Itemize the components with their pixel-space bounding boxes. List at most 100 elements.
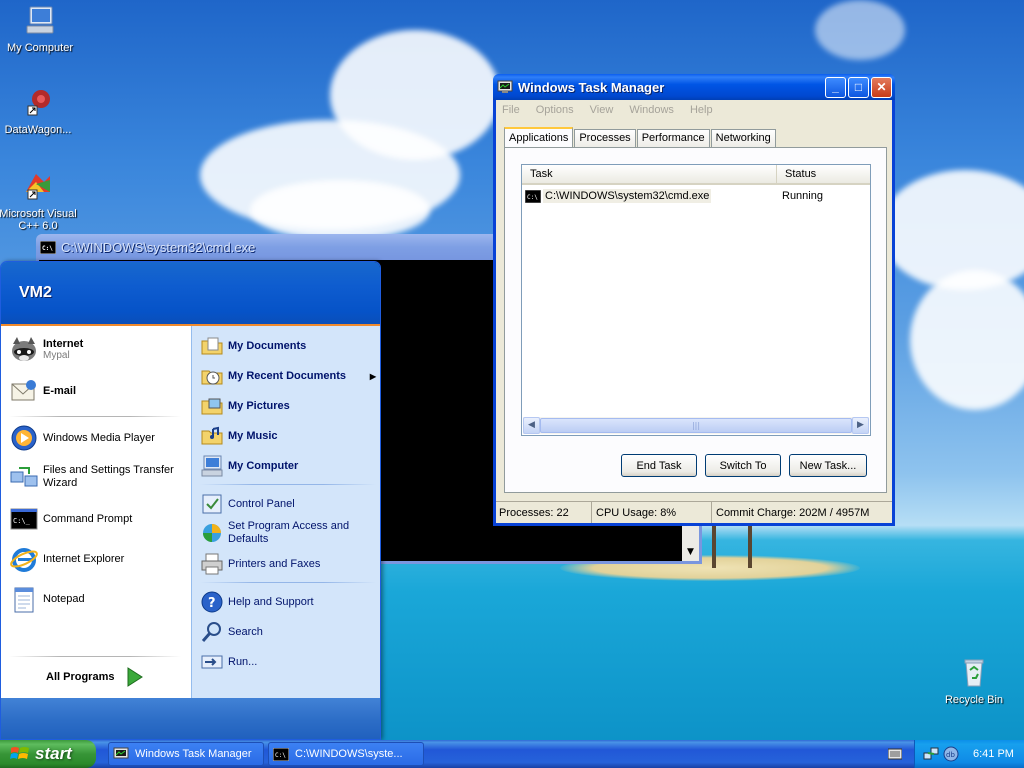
svg-text:db: db [946, 751, 955, 759]
separator [9, 416, 181, 417]
start-item-my-pictures[interactable]: My Pictures [200, 394, 290, 418]
start-item-my-computer[interactable]: My Computer [200, 454, 298, 478]
tab-processes[interactable]: Processes [574, 129, 636, 149]
start-item-my-documents[interactable]: My Documents [200, 334, 306, 358]
separator [9, 656, 181, 657]
task-list[interactable]: Task Status C:\ C:\WINDOWS\system32\cmd.… [521, 164, 871, 436]
all-programs-button[interactable]: All Programs [46, 666, 144, 688]
start-item-my-recent-documents[interactable]: My Recent Documents ▶ [200, 364, 376, 388]
start-item-printers-faxes[interactable]: Printers and Faxes [200, 552, 320, 576]
tab-performance[interactable]: Performance [636, 129, 710, 149]
visual-studio-icon [26, 174, 50, 200]
new-task-button[interactable]: New Task... [789, 454, 867, 477]
close-button[interactable]: ✕ [871, 76, 892, 98]
task-manager-window[interactable]: Windows Task Manager _ □ ✕ File Options … [493, 74, 895, 526]
taskbar: start Windows Task Manager C:\ C:\WINDOW… [0, 740, 1024, 768]
start-item-command-prompt[interactable]: C:\_ Command Prompt [9, 504, 132, 534]
start-item-label: My Documents [228, 340, 307, 352]
desktop-icon-visual-cpp[interactable]: Microsoft Visual C++ 6.0 [0, 170, 78, 232]
status-commit-charge: Commit Charge: 202M / 4957M [716, 506, 870, 519]
start-item-label: My Music [228, 430, 278, 442]
column-header-task[interactable]: Task [522, 165, 777, 185]
clock[interactable]: 6:41 PM [973, 748, 1014, 760]
taskbar-task-task-manager[interactable]: Windows Task Manager [108, 742, 264, 766]
menu-file[interactable]: File [502, 104, 520, 116]
menu-view[interactable]: View [590, 104, 614, 116]
table-row[interactable]: C:\ C:\WINDOWS\system32\cmd.exe Running [525, 187, 869, 205]
column-header-status[interactable]: Status [777, 165, 870, 185]
keyboard-layout-icon[interactable] [888, 748, 902, 760]
desktop-icon-recycle-bin[interactable]: Recycle Bin [934, 656, 1014, 706]
folder-documents-icon [201, 337, 223, 355]
start-item-search[interactable]: Search [200, 620, 263, 644]
start-item-files-settings-wizard[interactable]: Files and Settings Transfer Wizard [9, 462, 184, 492]
start-item-label: My Recent Documents [228, 370, 346, 382]
switch-to-button[interactable]: Switch To [705, 454, 781, 477]
start-button-label: start [35, 744, 72, 763]
start-item-my-music[interactable]: My Music [200, 424, 278, 448]
menu-options[interactable]: Options [536, 104, 574, 116]
start-item-control-panel[interactable]: Control Panel [200, 492, 295, 516]
svg-text:C:\_: C:\_ [13, 517, 31, 525]
network-icon[interactable] [923, 746, 939, 762]
cmd-icon: C:\ [273, 747, 289, 761]
start-menu-user: VM2 [1, 262, 380, 326]
task-list-hscrollbar[interactable]: ◀ ||| ▶ [523, 417, 869, 434]
menu-help[interactable]: Help [690, 104, 713, 116]
start-item-notepad[interactable]: Notepad [9, 584, 85, 614]
start-item-windows-media-player[interactable]: Windows Media Player [9, 423, 155, 453]
start-item-label: Control Panel [228, 498, 295, 510]
computer-icon [201, 455, 223, 477]
minimize-button[interactable]: _ [825, 76, 846, 98]
desktop-icon-datawagon[interactable]: DataWagon... [0, 86, 78, 136]
start-button[interactable]: start [0, 740, 96, 768]
media-player-icon [11, 425, 37, 451]
start-item-email[interactable]: E-mail [9, 376, 76, 406]
start-item-label: My Pictures [228, 400, 290, 412]
menu-windows[interactable]: Windows [629, 104, 674, 116]
cmd-icon: C:\ [525, 189, 541, 203]
scroll-thumb[interactable]: ||| [540, 418, 852, 433]
volume-icon[interactable]: db [943, 746, 959, 762]
printer-icon [201, 553, 223, 575]
internet-explorer-icon [10, 548, 38, 572]
system-tray: db 6:41 PM [914, 740, 1024, 768]
separator [200, 582, 376, 583]
start-item-help-support[interactable]: ? Help and Support [200, 590, 314, 614]
taskbar-task-cmd[interactable]: C:\ C:\WINDOWS\syste... [268, 742, 424, 766]
desktop-icon-label: Recycle Bin [944, 694, 1004, 706]
palm-trunk [712, 520, 716, 568]
task-manager-menubar: File Options View Windows Help [496, 100, 892, 120]
start-item-internet[interactable]: Internet Mypal [9, 334, 83, 364]
start-item-sublabel: Mypal [43, 349, 70, 361]
tab-networking[interactable]: Networking [710, 129, 776, 149]
green-arrow-icon [127, 667, 144, 687]
start-item-internet-explorer[interactable]: Internet Explorer [9, 544, 124, 574]
desktop-icon-label: DataWagon... [4, 124, 72, 136]
start-item-program-access[interactable]: Set Program Access and Defaults [200, 520, 376, 546]
task-manager-icon [113, 747, 129, 759]
maximize-button[interactable]: □ [848, 76, 869, 98]
task-manager-statusbar: Processes: 22 CPU Usage: 8% Commit Charg… [496, 501, 892, 523]
separator [200, 484, 376, 485]
scroll-down-arrow-icon[interactable]: ▼ [682, 544, 699, 561]
command-prompt-icon: C:\_ [10, 508, 38, 530]
start-item-label: Help and Support [228, 596, 314, 608]
svg-text:?: ? [208, 596, 216, 611]
status-processes: Processes: 22 [496, 502, 592, 523]
start-item-run[interactable]: Run... [200, 650, 257, 674]
task-manager-titlebar[interactable]: Windows Task Manager _ □ ✕ [493, 74, 895, 100]
start-menu: VM2 Internet Mypal E-mail Windows Media … [0, 261, 381, 740]
start-item-label: Search [228, 626, 263, 638]
end-task-button[interactable]: End Task [621, 454, 697, 477]
applications-panel: Task Status C:\ C:\WINDOWS\system32\cmd.… [504, 147, 887, 493]
task-name: C:\WINDOWS\system32\cmd.exe [543, 189, 712, 203]
recycle-bin-icon [964, 659, 984, 687]
status-cpu-usage: CPU Usage: 8% [592, 502, 712, 523]
cloud [250, 180, 430, 240]
program-access-icon [203, 524, 221, 542]
scroll-right-arrow-icon[interactable]: ▶ [852, 417, 869, 434]
desktop-icon-my-computer[interactable]: My Computer [0, 4, 80, 54]
scroll-left-arrow-icon[interactable]: ◀ [523, 417, 540, 434]
search-icon [201, 622, 221, 642]
